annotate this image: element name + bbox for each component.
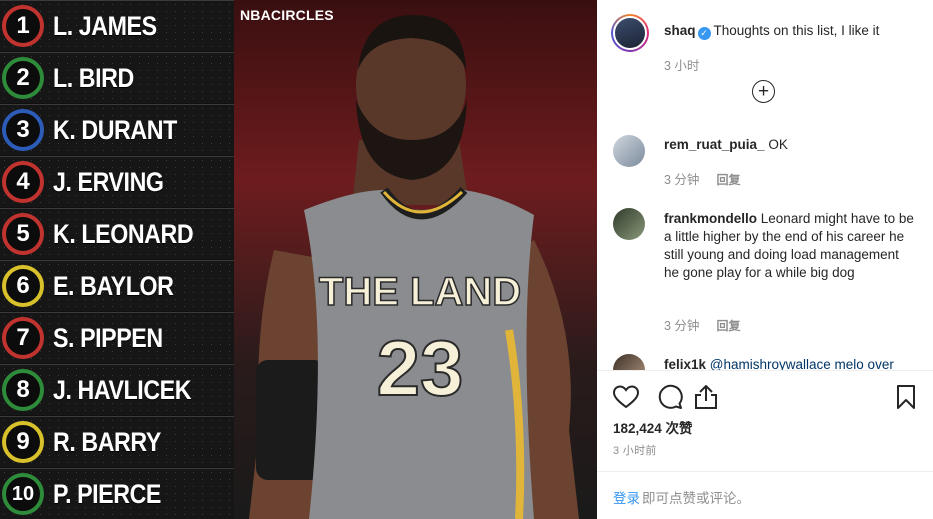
ranking-row: 8 J. HAVLICEK [0,364,234,415]
ranking-row: 9 R. BARRY [0,416,234,467]
ranking-row: 4 J. ERVING [0,156,234,207]
player-name: R. BARRY [53,426,161,457]
comments-list[interactable]: shaq ✓ Thoughts on this list, I like it 3 … [597,0,933,370]
comment: felix1k @hamishroywallace melo over [664,356,914,370]
like-count[interactable]: 182,424 次赞 [613,417,693,437]
comment-icon[interactable] [657,384,683,410]
ranking-row: 3 K. DURANT [0,104,234,155]
caption: shaq ✓ Thoughts on this list, I like it [664,22,914,40]
owner-avatar[interactable] [611,14,649,52]
jersey-number: 23 [377,324,464,412]
comment: frankmondello Leonard might have to be a… [664,210,914,282]
post-actions: 182,424 次赞 3 小时前 登录 即可点赞或评论。 [597,370,933,519]
owner-username[interactable]: shaq [664,23,696,38]
jersey-text: THE LAND [319,270,521,314]
rank-number: 4 [2,161,44,203]
rank-number: 5 [2,213,44,255]
comment-username[interactable]: rem_ruat_puia_ [664,137,765,152]
player-photo: THE LAND 23 NBACIRCLES [234,0,597,519]
timestamp: 3 分钟 [664,173,700,187]
post-timestamp: 3 小时前 [613,445,657,457]
rank-number: 1 [2,5,44,47]
caption-time: 3 小时 [664,55,699,74]
player-name: S. PIPPEN [53,322,163,353]
comment: rem_ruat_puia_ OK [664,136,914,154]
player-name: K. LEONARD [53,218,194,249]
player-name: L. JAMES [53,10,157,41]
ranking-row: 5 K. LEONARD [0,208,234,259]
player-name: K. DURANT [53,114,177,145]
login-link[interactable]: 登录 [613,491,640,506]
comment-username[interactable]: frankmondello [664,211,757,226]
rank-number: 10 [2,473,44,515]
heart-icon[interactable] [613,385,639,409]
login-hint: 即可点赞或评论。 [642,491,750,506]
timestamp: 3 分钟 [664,319,700,333]
share-icon[interactable] [694,384,718,410]
rank-number: 6 [2,265,44,307]
bookmark-icon[interactable] [896,385,916,409]
comment-username[interactable]: felix1k [664,357,706,370]
ranking-list: 1 L. JAMES 2 L. BIRD 3 K. DURANT 4 J. ER… [0,0,234,519]
rank-number: 2 [2,57,44,99]
plus-circle-icon[interactable]: + [752,80,775,103]
comment-meta: 3 分钟 回复 [664,169,740,188]
ranking-row: 7 S. PIPPEN [0,312,234,363]
post-media[interactable]: 1 L. JAMES 2 L. BIRD 3 K. DURANT 4 J. ER… [0,0,597,519]
commenter-avatar[interactable] [613,135,645,167]
player-illustration: THE LAND 23 [249,15,579,519]
rank-number: 3 [2,109,44,151]
reply-button[interactable]: 回复 [716,173,740,187]
commenter-avatar[interactable] [613,354,645,370]
ranking-row: 10 P. PIERCE [0,468,234,519]
comment-meta: 3 分钟 回复 [664,315,740,334]
ranking-row: 1 L. JAMES [0,0,234,51]
player-name: L. BIRD [53,62,134,93]
rank-number: 9 [2,421,44,463]
player-name: E. BAYLOR [53,270,174,301]
player-name: J. HAVLICEK [53,374,192,405]
caption-text: Thoughts on this list, I like it [713,23,880,38]
rank-number: 7 [2,317,44,359]
login-prompt: 登录 即可点赞或评论。 [597,471,933,519]
timestamp: 3 小时 [664,59,700,73]
post-side-panel: shaq ✓ Thoughts on this list, I like it 3 … [597,0,933,519]
reply-button[interactable]: 回复 [716,319,740,333]
commenter-avatar[interactable] [613,208,645,240]
ranking-row: 2 L. BIRD [0,52,234,103]
comment-text: OK [768,137,788,152]
comment-text: @hamishroywallace melo over [709,357,894,370]
ranking-row: 6 E. BAYLOR [0,260,234,311]
rank-number: 8 [2,369,44,411]
player-name: J. ERVING [53,166,164,197]
watermark: NBACIRCLES [240,7,334,23]
verified-badge-icon: ✓ [697,27,711,40]
player-name: P. PIERCE [53,478,161,509]
